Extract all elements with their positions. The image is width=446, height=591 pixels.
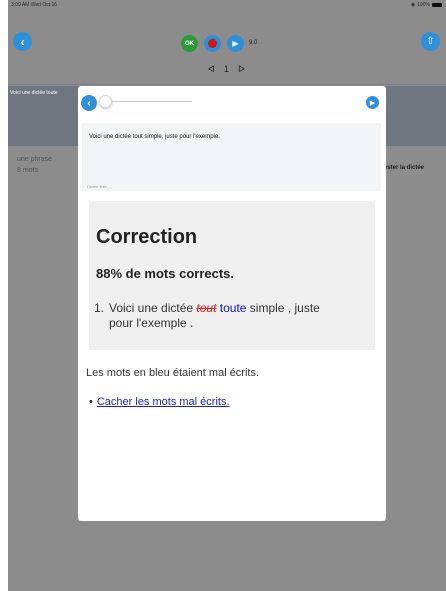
wifi-icon: ◉ [410,2,416,8]
pager: ᐊ 1 ᐅ [208,64,245,75]
status-time: 3:09 AM Wed Oct 16 [11,2,58,8]
corrected-sentence: 1. Voici une dictée tout toute simple , j… [94,301,364,331]
speed-value: 9.0 [249,40,258,46]
record-icon [208,39,217,48]
ok-button[interactable]: OK [181,35,198,52]
playback-slider-knob[interactable] [99,95,112,108]
dictation-text: Voici une dictée tout simple, juste pour… [89,134,220,140]
dictation-text-area[interactable]: Voici une dictée tout simple, juste pour… [82,123,381,191]
page-number: 1 [223,64,229,74]
play-icon: ▶ [369,99,376,107]
correction-panel: Correction 88% de mots corrects. 1. Voici… [89,201,375,350]
test-dictation-button[interactable]: ester la dictée [384,165,424,171]
modal-back-button[interactable]: ‹ [81,95,97,111]
hide-misspelled-link[interactable]: Cacher les mots mal écrits. [97,396,230,408]
score-text: 88% de mots corrects. [96,266,235,281]
next-page-icon[interactable]: ᐅ [238,64,245,75]
correction-title: Correction [96,226,198,248]
sentence-middle: simple , juste [246,301,320,315]
share-button[interactable]: ⇧ [421,32,440,51]
app-screen: 3:09 AM Wed Oct 16 ◉ 100% ‹ ⇧ OK ▶ 9.0 ᐊ… [8,0,446,591]
wrong-word: tout [196,301,217,315]
blue-words-note: Les mots en bleu étaient mal écrits. [86,367,260,379]
chevron-left-icon: ‹ [87,97,91,109]
correction-modal: ‹ ▶ Voici une dictée tout simple, juste … [78,86,386,521]
status-bar: 3:09 AM Wed Oct 16 ◉ 100% [8,0,446,10]
dictation-meta: une phrase 8 mots [17,154,52,176]
modal-play-button[interactable]: ▶ [366,96,379,109]
toolbar-divider [8,84,446,85]
status-indicators: ◉ 100% [411,2,442,8]
sentence-start: Voici une dictée [109,301,197,315]
play-icon: ▶ [232,39,239,48]
prev-page-icon[interactable]: ᐊ [208,64,215,75]
ok-label: OK [185,40,194,47]
dictation-row-title: Voici une dictée toute [10,90,58,96]
chevron-left-icon: ‹ [20,34,25,49]
item-number: 1. [94,301,105,315]
play-button[interactable]: ▶ [227,35,244,52]
left-edge [0,0,8,591]
battery-icon [432,3,442,7]
dictation-word-count: 8 mots [17,167,39,174]
dictation-sentence-count: une phrase [17,156,53,163]
playback-slider-track[interactable] [100,101,192,102]
dictation-status: Dictée finie. [87,184,108,189]
correct-word: toute [219,301,247,315]
sentence-end: pour l'exemple . [109,316,194,330]
record-button[interactable] [204,35,221,52]
back-button[interactable]: ‹ [13,32,32,51]
share-icon: ⇧ [426,36,435,47]
bullet-icon: • [89,396,93,408]
hide-link-item: • Cacher les mots mal écrits. [89,396,230,408]
battery-label: 100% [417,2,430,8]
